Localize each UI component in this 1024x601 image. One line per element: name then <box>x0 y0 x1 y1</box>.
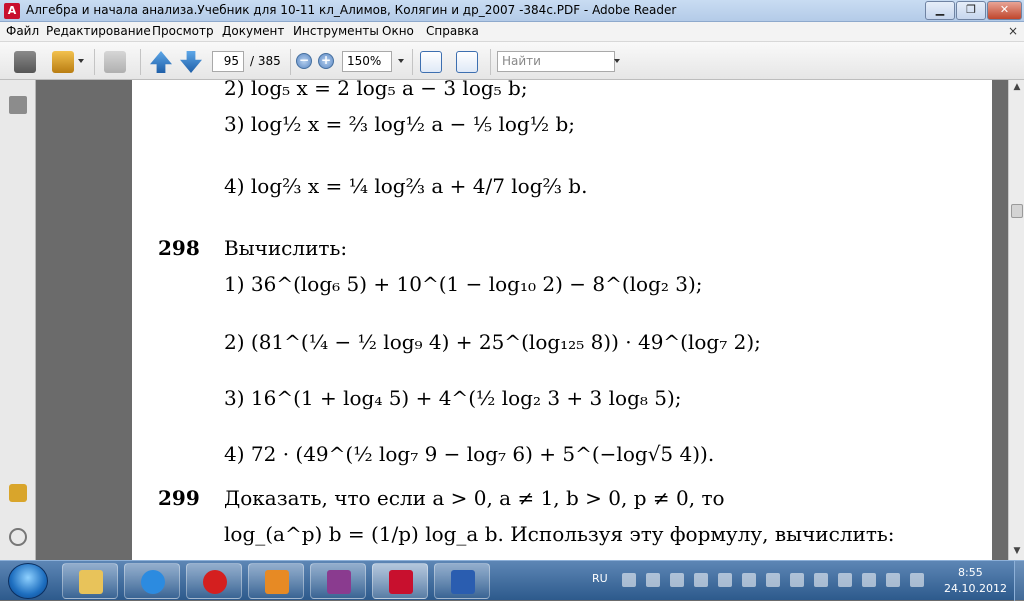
page-total: / 385 <box>250 54 281 68</box>
menu-bar: Файл Редактирование Просмотр Документ Ин… <box>0 22 1024 42</box>
exercise-line: 2) (81^(¼ − ½ log₉ 4) + 25^(log₁₂₅ 8)) ·… <box>224 330 761 354</box>
taskbar-word[interactable] <box>434 563 490 599</box>
zoom-out-button[interactable]: − <box>296 53 312 69</box>
menu-help[interactable]: Справка <box>426 24 479 38</box>
volume-icon[interactable] <box>718 573 732 587</box>
folder-icon <box>79 570 103 594</box>
network-icon[interactable] <box>910 573 924 587</box>
page-number-input[interactable]: 95 <box>212 51 244 72</box>
toolbar-separator <box>490 49 491 75</box>
scroll-thumb[interactable] <box>1011 204 1023 218</box>
share-icon[interactable] <box>52 51 74 73</box>
tray-icon[interactable] <box>862 573 876 587</box>
print-icon[interactable] <box>14 51 36 73</box>
menu-edit[interactable]: Редактирование <box>46 24 151 38</box>
tray-icon[interactable] <box>838 573 852 587</box>
toolbar: 95 / 385 − + 150% Найти <box>0 42 1024 80</box>
clock-date[interactable]: 24.10.2012 <box>944 582 1007 595</box>
zoom-select[interactable]: 150% <box>342 51 392 72</box>
battery-icon[interactable] <box>742 573 756 587</box>
taskbar-opera[interactable] <box>186 563 242 599</box>
clock-time[interactable]: 8:55 <box>958 566 983 579</box>
toolbar-separator <box>290 49 291 75</box>
media-player-icon <box>265 570 289 594</box>
zoom-dropdown-icon[interactable] <box>398 59 404 63</box>
close-button[interactable]: ✕ <box>987 1 1022 20</box>
menu-tools[interactable]: Инструменты <box>293 24 379 38</box>
taskbar-adobe-reader[interactable] <box>372 563 428 599</box>
exercise-line: 3) 16^(1 + log₄ 5) + 4^(½ log₂ 3 + 3 log… <box>224 386 682 410</box>
previous-page-icon[interactable] <box>150 51 172 73</box>
show-desktop-button[interactable] <box>1014 561 1024 601</box>
action-center-flag-icon[interactable] <box>886 573 900 587</box>
menu-file[interactable]: Файл <box>6 24 39 38</box>
share-dropdown-icon[interactable] <box>78 59 84 63</box>
scroll-up-icon[interactable]: ▲ <box>1011 82 1023 94</box>
menu-document[interactable]: Документ <box>222 24 284 38</box>
title-bar: A Алгебра и начала анализа.Учебник для 1… <box>0 0 1024 22</box>
language-indicator[interactable]: RU <box>592 572 608 585</box>
fit-page-icon[interactable] <box>456 51 478 73</box>
exercise-line: 4) log⅔ x = ¼ log⅔ a + 4/7 log⅔ b. <box>224 174 588 198</box>
problem-text: Доказать, что если a > 0, a ≠ 1, b > 0, … <box>224 486 725 510</box>
bluetooth-icon[interactable] <box>670 573 684 587</box>
problem-number: 298 <box>158 236 200 260</box>
toolbar-separator <box>94 49 95 75</box>
zoom-in-button[interactable]: + <box>318 53 334 69</box>
taskbar-ie[interactable] <box>124 563 180 599</box>
tray-icon[interactable] <box>622 573 636 587</box>
comments-panel-icon[interactable] <box>9 484 27 502</box>
search-dropdown-icon[interactable] <box>614 59 620 63</box>
collaborate-icon[interactable] <box>104 51 126 73</box>
exercise-line: 3) log½ x = ⅔ log½ a − ⅕ log½ b; <box>224 112 576 136</box>
opera-icon <box>203 570 227 594</box>
exercise-line: 4) 72 · (49^(½ log₇ 9 − log₇ 6) + 5^(−lo… <box>224 442 715 466</box>
next-page-icon[interactable] <box>180 51 202 73</box>
adobe-reader-icon: A <box>4 3 20 19</box>
taskbar-winrar[interactable] <box>310 563 366 599</box>
word-icon <box>451 570 475 594</box>
vertical-scrollbar[interactable]: ▲ ▼ <box>1008 80 1024 560</box>
problem-heading: Вычислить: <box>224 236 348 260</box>
search-input[interactable]: Найти <box>497 51 615 72</box>
menu-view[interactable]: Просмотр <box>152 24 214 38</box>
problem-text: log_(a^p) b = (1/p) log_a b. Используя э… <box>224 522 895 546</box>
adobe-reader-icon <box>389 570 413 594</box>
navigation-pane <box>0 80 36 560</box>
toolbar-separator <box>412 49 413 75</box>
tray-icon[interactable] <box>766 573 780 587</box>
minimize-button[interactable]: ▁ <box>925 1 955 20</box>
pdf-page: 2) log₅ x = 2 log₅ a − 3 log₅ b; 3) log½… <box>132 80 992 560</box>
winrar-icon <box>327 570 351 594</box>
problem-number: 299 <box>158 486 200 510</box>
scroll-down-icon[interactable]: ▼ <box>1011 546 1023 558</box>
toolbar-separator <box>140 49 141 75</box>
start-button[interactable] <box>8 563 48 599</box>
tray-icon[interactable] <box>790 573 804 587</box>
sync-icon[interactable] <box>694 573 708 587</box>
menu-window[interactable]: Окно <box>382 24 414 38</box>
internet-explorer-icon <box>141 570 165 594</box>
tray-icon[interactable] <box>646 573 660 587</box>
exercise-line: 2) log₅ x = 2 log₅ a − 3 log₅ b; <box>224 80 528 100</box>
taskbar-media-player[interactable] <box>248 563 304 599</box>
document-close-icon[interactable]: × <box>1008 24 1018 38</box>
tray-icon[interactable] <box>814 573 828 587</box>
document-view[interactable]: 2) log₅ x = 2 log₅ a − 3 log₅ b; 3) log½… <box>36 80 1008 560</box>
maximize-button[interactable]: ❐ <box>956 1 986 20</box>
exercise-line: 1) 36^(log₆ 5) + 10^(1 − log₁₀ 2) − 8^(l… <box>224 272 703 296</box>
fit-width-icon[interactable] <box>420 51 442 73</box>
pages-panel-icon[interactable] <box>9 96 27 114</box>
taskbar-explorer[interactable] <box>62 563 118 599</box>
window-title: Алгебра и начала анализа.Учебник для 10-… <box>26 3 677 17</box>
taskbar: RU 8:55 24.10.2012 <box>0 560 1024 601</box>
attachments-panel-icon[interactable] <box>9 528 27 546</box>
